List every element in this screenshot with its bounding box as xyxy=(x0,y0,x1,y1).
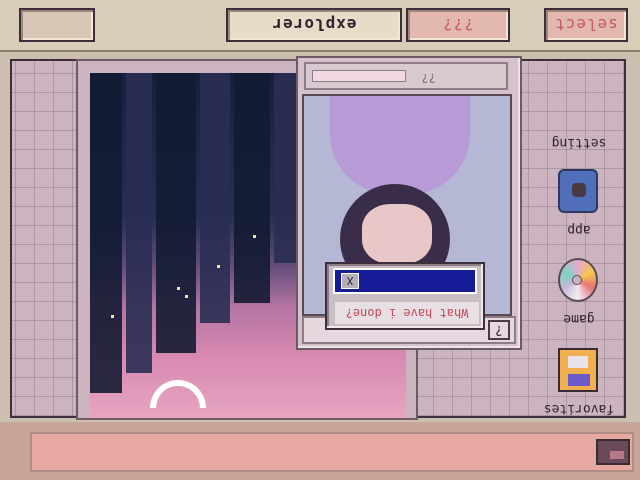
sweater-shape xyxy=(330,94,470,194)
building xyxy=(200,73,230,323)
floppy-disk-icon xyxy=(558,348,598,392)
mug-icon xyxy=(558,169,598,213)
close-button[interactable]: X xyxy=(341,273,359,289)
bottom-strip xyxy=(0,422,640,480)
favorites-label: favorites xyxy=(543,401,615,416)
dialog-progress-bar: X xyxy=(333,268,477,294)
building xyxy=(234,73,270,303)
window-light xyxy=(253,235,256,238)
face-shape xyxy=(362,204,432,264)
game-label: game xyxy=(563,311,595,326)
help-button[interactable]: ? xyxy=(488,320,510,340)
bottom-panel xyxy=(30,432,634,472)
tray-icon[interactable] xyxy=(596,439,630,465)
moon-icon xyxy=(150,380,206,408)
building xyxy=(126,73,152,373)
explorer-button-label: explorer xyxy=(271,15,357,35)
error-dialog[interactable]: What have i done? X xyxy=(325,262,485,330)
help-button-label: ? xyxy=(495,322,503,338)
unknown-button-label: ??? xyxy=(442,15,474,35)
portrait-footer-label: ?? xyxy=(421,71,436,85)
unknown-button[interactable]: ??? xyxy=(406,8,510,42)
window-light xyxy=(217,265,220,268)
building xyxy=(90,73,122,393)
taskbar-blank-button[interactable] xyxy=(19,8,95,42)
app-label: app xyxy=(567,222,591,237)
portrait-footer-bar xyxy=(312,70,406,82)
explorer-button[interactable]: explorer xyxy=(226,8,402,42)
window-light xyxy=(177,287,180,290)
window-light xyxy=(185,295,188,298)
close-icon: X xyxy=(346,274,354,288)
window-light xyxy=(111,315,114,318)
portrait-window-footer: ?? xyxy=(304,62,508,90)
desktop-screen: ? ?? What have i done? X favorites game … xyxy=(0,0,640,480)
select-button[interactable]: select xyxy=(544,8,628,42)
dialog-title: What have i done? xyxy=(335,302,479,324)
compact-disc-icon xyxy=(558,258,598,302)
taskbar: explorer ??? select xyxy=(0,0,640,52)
setting-label: setting xyxy=(551,135,607,150)
building xyxy=(156,73,196,353)
select-button-label: select xyxy=(554,15,618,35)
